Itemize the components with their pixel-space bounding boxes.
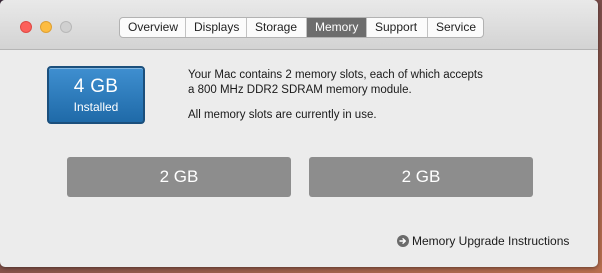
memory-upgrade-link[interactable]: Memory Upgrade Instructions [397, 234, 569, 248]
tab-memory[interactable]: Memory [307, 18, 367, 37]
memory-slot-1: 2 GB [67, 157, 291, 197]
zoom-window-button[interactable] [60, 21, 72, 33]
memory-upgrade-link-label: Memory Upgrade Instructions [412, 234, 570, 248]
tab-overview[interactable]: Overview [120, 18, 186, 37]
title-bar: Overview Displays Storage Memory Support… [0, 0, 598, 50]
tab-bar: Overview Displays Storage Memory Support… [119, 17, 484, 38]
installed-memory-size: 4 GB [73, 76, 119, 97]
close-window-button[interactable] [20, 21, 32, 33]
system-information-window: Overview Displays Storage Memory Support… [0, 0, 598, 267]
tab-service[interactable]: Service [428, 18, 483, 37]
arrow-right-circle-icon [397, 235, 409, 247]
memory-description-line-1: Your Mac contains 2 memory slots, each o… [188, 69, 483, 81]
memory-description: Your Mac contains 2 memory slots, each o… [188, 68, 568, 97]
memory-status: All memory slots are currently in use. [188, 109, 377, 121]
minimize-window-button[interactable] [40, 21, 52, 33]
memory-slot-2: 2 GB [309, 157, 533, 197]
installed-memory-badge: 4 GB Installed [47, 66, 145, 124]
installed-memory-label: Installed [73, 100, 119, 114]
memory-info: Your Mac contains 2 memory slots, each o… [188, 68, 568, 123]
tab-support[interactable]: Support [367, 18, 428, 37]
memory-description-line-2: a 800 MHz DDR2 SDRAM memory module. [188, 83, 412, 96]
tab-storage[interactable]: Storage [247, 18, 307, 37]
tab-displays[interactable]: Displays [186, 18, 247, 37]
